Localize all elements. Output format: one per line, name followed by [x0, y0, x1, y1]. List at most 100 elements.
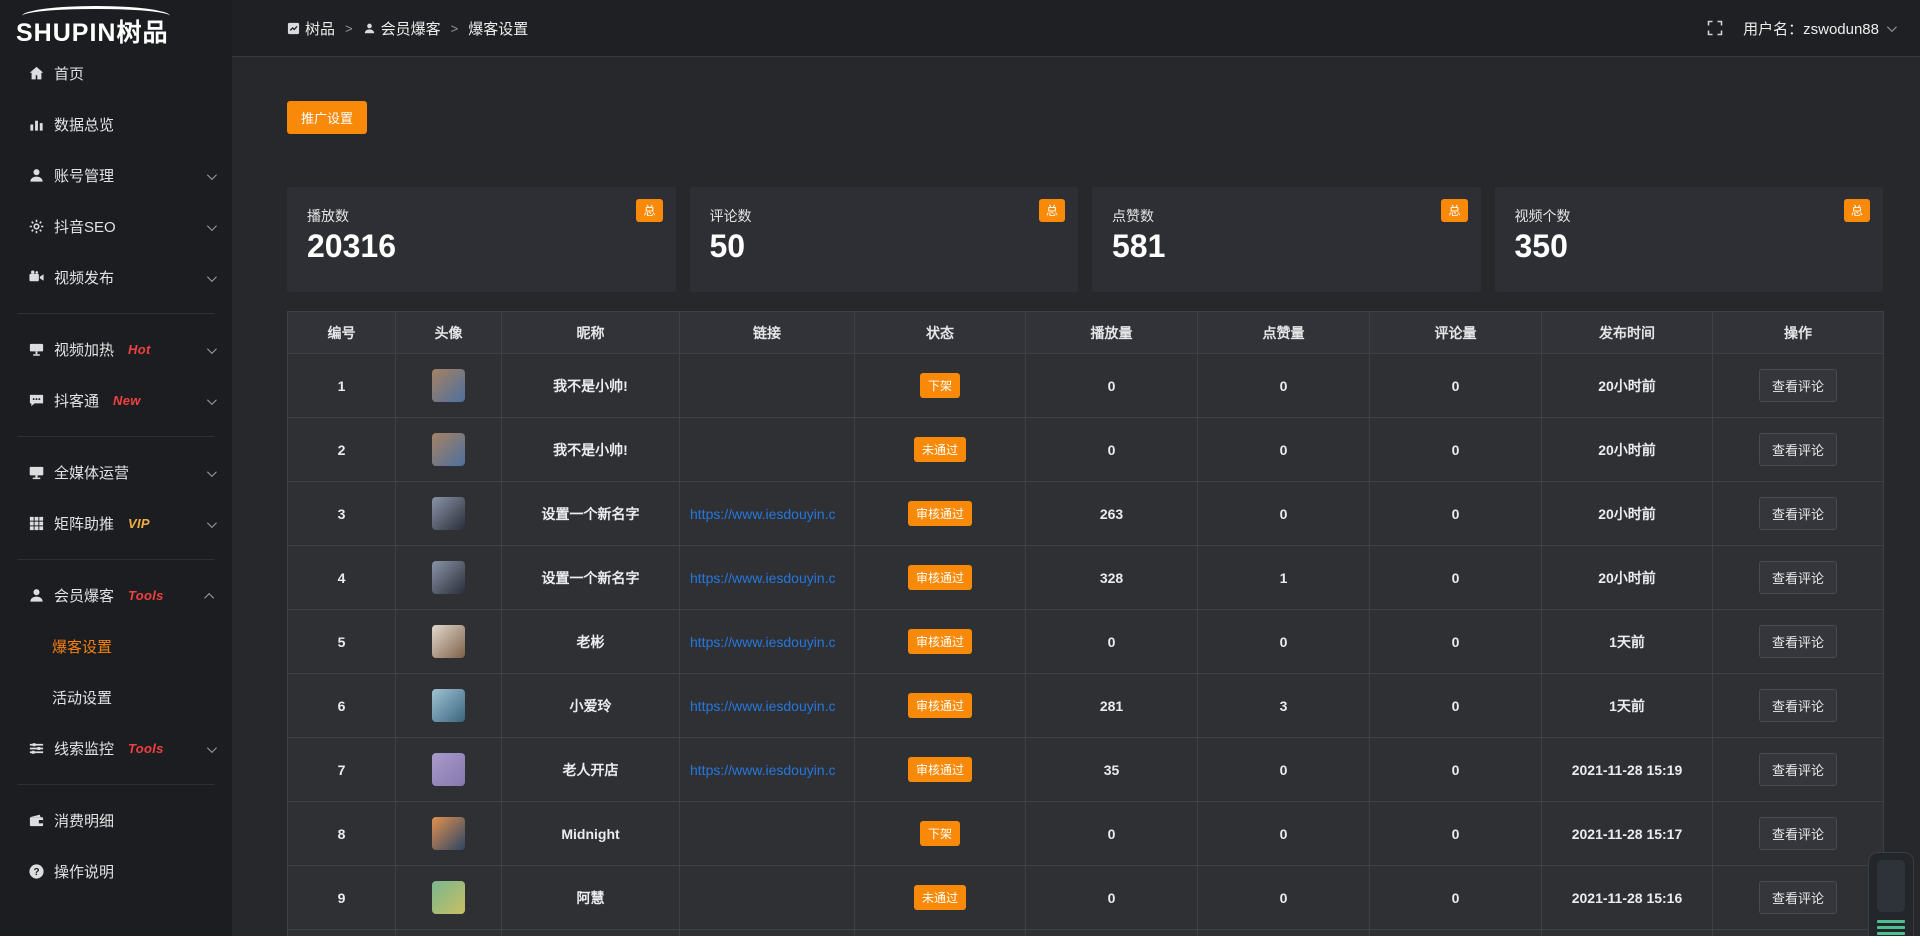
sidebar-divider — [18, 784, 214, 785]
status-badge: 审核通过 — [908, 565, 972, 590]
cell-comments: 0 — [1370, 802, 1542, 866]
brand-logo: SHUPIN树品 — [0, 0, 232, 46]
sidebar-item-0[interactable]: 首页 — [0, 48, 232, 99]
sidebar-item-13[interactable]: 线索监控Tools — [0, 723, 232, 774]
sidebar-item-10[interactable]: 矩阵助推VIP — [0, 498, 232, 549]
customer-service-widget[interactable] — [1868, 852, 1914, 936]
sidebar-subitem-label: 爆客设置 — [52, 636, 112, 657]
sidebar-subitem-label: 活动设置 — [52, 687, 112, 708]
cell-comments: 0 — [1370, 354, 1542, 418]
view-comments-button[interactable]: 查看评论 — [1759, 561, 1837, 594]
cell-id: 7 — [288, 738, 396, 802]
view-comments-button[interactable]: 查看评论 — [1759, 497, 1837, 530]
fullscreen-icon[interactable] — [1707, 20, 1723, 36]
topbar-right: 用户名：zswodun88 — [1707, 18, 1894, 39]
monitor-icon — [26, 463, 46, 483]
cell-id: 6 — [288, 674, 396, 738]
view-comments-button[interactable]: 查看评论 — [1759, 625, 1837, 658]
view-comments-button[interactable]: 查看评论 — [1759, 881, 1837, 914]
cell-link — [680, 866, 855, 930]
cell-link: https://www.iesdouyin.c — [680, 674, 855, 738]
sidebar-subitem-12-0[interactable]: 爆客设置 — [0, 621, 232, 672]
view-comments-button[interactable]: 查看评论 — [1759, 689, 1837, 722]
cell-time: 20小时前 — [1542, 418, 1713, 482]
user-menu[interactable]: 用户名：zswodun88 — [1743, 18, 1894, 39]
sidebar-item-1[interactable]: 数据总览 — [0, 99, 232, 150]
cell-nickname: 小爱玲 — [502, 674, 680, 738]
avatar — [432, 881, 465, 914]
cell-status: 审核通过 — [855, 546, 1026, 610]
table-row-2: 3设置一个新名字https://www.iesdouyin.c审核通过26300… — [288, 482, 1884, 546]
stat-value: 20316 — [307, 229, 656, 264]
cell-likes: 0 — [1198, 866, 1370, 930]
sidebar-item-4[interactable]: 视频发布 — [0, 252, 232, 303]
video-link[interactable]: https://www.iesdouyin.c — [690, 762, 836, 778]
username-label: 用户名：zswodun88 — [1743, 18, 1879, 39]
avatar — [432, 689, 465, 722]
stat-label: 视频个数 — [1515, 206, 1864, 226]
widget-screen — [1877, 860, 1905, 912]
sidebar-item-label: 视频加热 — [54, 339, 114, 360]
sidebar-item-3[interactable]: 抖音SEO — [0, 201, 232, 252]
column-header: 链接 — [680, 312, 855, 354]
table-row-3: 4设置一个新名字https://www.iesdouyin.c审核通过32810… — [288, 546, 1884, 610]
cell-actions: 查看评论 — [1713, 866, 1884, 930]
app-root: SHUPIN树品 首页数据总览账号管理抖音SEO视频发布视频加热Hot抖客通Ne… — [0, 0, 1920, 936]
cell-status: 审核通过 — [855, 610, 1026, 674]
sidebar-item-16[interactable]: ?操作说明 — [0, 846, 232, 897]
breadcrumb-item-0[interactable]: 树品 — [287, 18, 335, 39]
cell-comments: 0 — [1370, 866, 1542, 930]
cell-actions: 查看评论 — [1713, 482, 1884, 546]
sidebar-item-15[interactable]: 消费明细 — [0, 795, 232, 846]
breadcrumb-item-1[interactable]: 会员爆客 — [363, 18, 441, 39]
column-header: 点赞量 — [1198, 312, 1370, 354]
promo-settings-button[interactable]: 推广设置 — [287, 101, 367, 134]
column-header: 操作 — [1713, 312, 1884, 354]
view-comments-button[interactable]: 查看评论 — [1759, 433, 1837, 466]
view-comments-button[interactable]: 查看评论 — [1759, 817, 1837, 850]
sidebar-item-7[interactable]: 抖客通New — [0, 375, 232, 426]
cell-comments: 0 — [1370, 674, 1542, 738]
chevron-down-icon — [207, 341, 214, 359]
avatar — [432, 561, 465, 594]
breadcrumb-label: 爆客设置 — [468, 18, 528, 39]
cell-comments: 0 — [1370, 546, 1542, 610]
stat-value: 50 — [710, 229, 1059, 264]
cell-avatar — [396, 802, 502, 866]
cell-time: 20小时前 — [1542, 354, 1713, 418]
table-row-8: 9阿慧未通过0002021-11-28 15:16查看评论 — [288, 866, 1884, 930]
cell-likes: 0 — [1198, 482, 1370, 546]
sidebar-subitem-12-1[interactable]: 活动设置 — [0, 672, 232, 723]
view-comments-button[interactable]: 查看评论 — [1759, 369, 1837, 402]
dashboard-icon — [287, 22, 300, 35]
cell-id: 4 — [288, 546, 396, 610]
avatar — [432, 433, 465, 466]
video-link[interactable]: https://www.iesdouyin.c — [690, 698, 836, 714]
breadcrumb-item-2[interactable]: 爆客设置 — [468, 18, 528, 39]
breadcrumb-separator: > — [451, 21, 459, 36]
column-header: 评论量 — [1370, 312, 1542, 354]
column-header: 头像 — [396, 312, 502, 354]
sidebar-item-2[interactable]: 账号管理 — [0, 150, 232, 201]
cell-likes: 0 — [1198, 418, 1370, 482]
sidebar-item-6[interactable]: 视频加热Hot — [0, 324, 232, 375]
chevron-down-icon — [1887, 22, 1897, 32]
view-comments-button[interactable]: 查看评论 — [1759, 753, 1837, 786]
cell-link — [680, 418, 855, 482]
sidebar-item-12[interactable]: 会员爆客Tools — [0, 570, 232, 621]
avatar — [432, 369, 465, 402]
video-link[interactable]: https://www.iesdouyin.c — [690, 634, 836, 650]
sidebar-item-label: 账号管理 — [54, 165, 114, 186]
video-link[interactable]: https://www.iesdouyin.c — [690, 570, 836, 586]
column-header: 昵称 — [502, 312, 680, 354]
video-link[interactable]: https://www.iesdouyin.c — [690, 506, 836, 522]
avatar — [432, 753, 465, 786]
topbar: 树品>会员爆客>爆客设置 用户名：zswodun88 — [232, 0, 1920, 57]
status-badge: 审核通过 — [908, 629, 972, 654]
chat-icon — [26, 391, 46, 411]
cell-status: 下架 — [855, 354, 1026, 418]
logo-text: SHUPIN树品 — [16, 13, 232, 49]
cell-time: 2021-11-28 15:16 — [1542, 866, 1713, 930]
column-header: 编号 — [288, 312, 396, 354]
sidebar-item-9[interactable]: 全媒体运营 — [0, 447, 232, 498]
